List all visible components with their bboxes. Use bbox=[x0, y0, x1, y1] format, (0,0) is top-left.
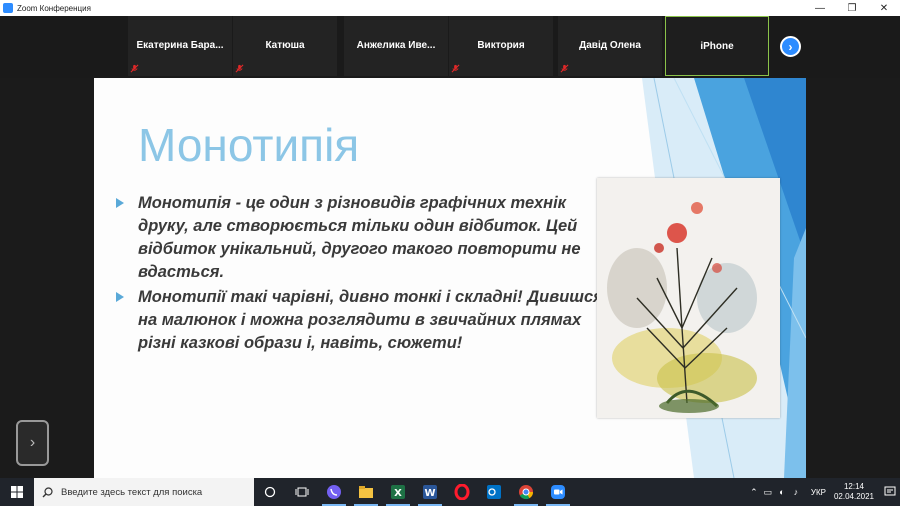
clock-date: 02.04.2021 bbox=[833, 492, 874, 501]
clock-time: 12:14 bbox=[843, 482, 864, 491]
system-tray: ⌃ ▭ ◐ ♪ УКР 12:14 02.04.2021 bbox=[747, 478, 900, 506]
taskbar-app-opera[interactable] bbox=[446, 478, 478, 506]
chevron-up-icon[interactable]: ⌃ bbox=[747, 487, 761, 498]
participant-name: Екатерина Бара... bbox=[136, 40, 224, 51]
slide-bullet: Монотипія - це один з різновидів графічн… bbox=[116, 192, 606, 284]
restore-button[interactable]: ❐ bbox=[836, 0, 868, 16]
taskbar-app-chrome[interactable] bbox=[510, 478, 542, 506]
participant-tile[interactable]: Давід Олена bbox=[558, 16, 662, 76]
muted-mic-icon bbox=[451, 64, 460, 73]
excel-icon: X bbox=[391, 485, 405, 499]
participant-tile-active-speaker[interactable]: iPhone bbox=[665, 16, 769, 76]
windows-logo-icon bbox=[11, 486, 23, 498]
window-title: Zoom Конференция bbox=[17, 3, 91, 13]
taskbar-app-explorer[interactable] bbox=[350, 478, 382, 506]
taskbar-app-viber[interactable] bbox=[318, 478, 350, 506]
close-button[interactable]: ✕ bbox=[868, 0, 900, 16]
taskbar-app-word[interactable]: W bbox=[414, 478, 446, 506]
chevron-right-icon: › bbox=[29, 434, 36, 451]
language-indicator[interactable]: УКР bbox=[811, 488, 826, 497]
task-view-button[interactable] bbox=[286, 478, 318, 506]
participant-tile[interactable]: Катюша bbox=[233, 16, 337, 76]
task-view-icon bbox=[295, 487, 309, 497]
viber-icon bbox=[327, 485, 341, 499]
participant-name: Анжелика Иве... bbox=[356, 40, 436, 51]
window-titlebar: Zoom Конференция — ❐ ✕ bbox=[0, 0, 900, 16]
slide-bullet: Монотипії такі чарівні, дивно тонкі і ск… bbox=[116, 286, 606, 355]
participant-strip: Екатерина Бара... Катюша Анжелика Иве...… bbox=[0, 16, 900, 78]
search-icon bbox=[42, 486, 53, 497]
flower-painting-icon bbox=[607, 202, 757, 413]
participant-tile[interactable]: Виктория bbox=[449, 16, 553, 76]
muted-mic-icon bbox=[130, 64, 139, 73]
start-button[interactable] bbox=[0, 478, 34, 506]
notification-icon bbox=[884, 486, 896, 496]
bullet-triangle-icon bbox=[116, 198, 124, 208]
next-participants-button[interactable]: › bbox=[780, 36, 801, 57]
presentation-slide: Монотипія Монотипія - це один з різновид… bbox=[94, 78, 806, 478]
participant-name: iPhone bbox=[700, 41, 734, 52]
battery-icon[interactable]: ▭ bbox=[761, 487, 775, 498]
minimize-button[interactable]: — bbox=[804, 0, 836, 16]
cortana-button[interactable] bbox=[254, 478, 286, 506]
zoom-app-icon bbox=[3, 3, 13, 13]
participant-name: Виктория bbox=[477, 40, 525, 51]
svg-text:X: X bbox=[394, 488, 402, 499]
participant-name: Катюша bbox=[265, 40, 305, 51]
system-clock[interactable]: 12:14 02.04.2021 bbox=[834, 482, 874, 502]
taskbar-search-box[interactable]: Введите здесь текст для поиска bbox=[34, 478, 254, 506]
network-icon[interactable]: ◐ bbox=[775, 487, 789, 497]
notification-center-button[interactable] bbox=[880, 486, 900, 498]
shared-screen: Монотипія Монотипія - це один з різновид… bbox=[0, 78, 900, 478]
taskbar-app-outlook[interactable] bbox=[478, 478, 510, 506]
muted-mic-icon bbox=[235, 64, 244, 73]
svg-text:W: W bbox=[424, 488, 435, 499]
search-placeholder: Введите здесь текст для поиска bbox=[61, 486, 203, 498]
monotype-artwork-image bbox=[597, 178, 780, 418]
chevron-right-icon: › bbox=[788, 39, 793, 54]
expand-panel-button[interactable]: › bbox=[16, 420, 49, 466]
bullet-text: Монотипія - це один з різновидів графічн… bbox=[138, 194, 581, 281]
volume-icon[interactable]: ♪ bbox=[789, 487, 803, 497]
word-icon: W bbox=[423, 485, 437, 499]
participant-tile[interactable]: Екатерина Бара... bbox=[128, 16, 232, 76]
taskbar-app-zoom[interactable] bbox=[542, 478, 574, 506]
bullet-text: Монотипії такі чарівні, дивно тонкі і ск… bbox=[138, 288, 603, 352]
chrome-icon bbox=[519, 485, 534, 500]
muted-mic-icon bbox=[560, 64, 569, 73]
taskbar-app-excel[interactable]: X bbox=[382, 478, 414, 506]
participant-name: Давід Олена bbox=[579, 40, 641, 51]
bullet-triangle-icon bbox=[116, 292, 124, 302]
participant-tile[interactable]: Анжелика Иве... bbox=[344, 16, 448, 76]
outlook-icon bbox=[487, 485, 501, 499]
opera-icon bbox=[454, 484, 470, 500]
window-controls: — ❐ ✕ bbox=[804, 0, 900, 16]
zoom-icon bbox=[551, 485, 565, 499]
file-explorer-icon bbox=[359, 486, 373, 498]
slide-title: Монотипія bbox=[138, 119, 360, 171]
cortana-icon bbox=[264, 486, 276, 498]
windows-taskbar: Введите здесь текст для поиска X W ⌃ ▭ ◐… bbox=[0, 478, 900, 506]
